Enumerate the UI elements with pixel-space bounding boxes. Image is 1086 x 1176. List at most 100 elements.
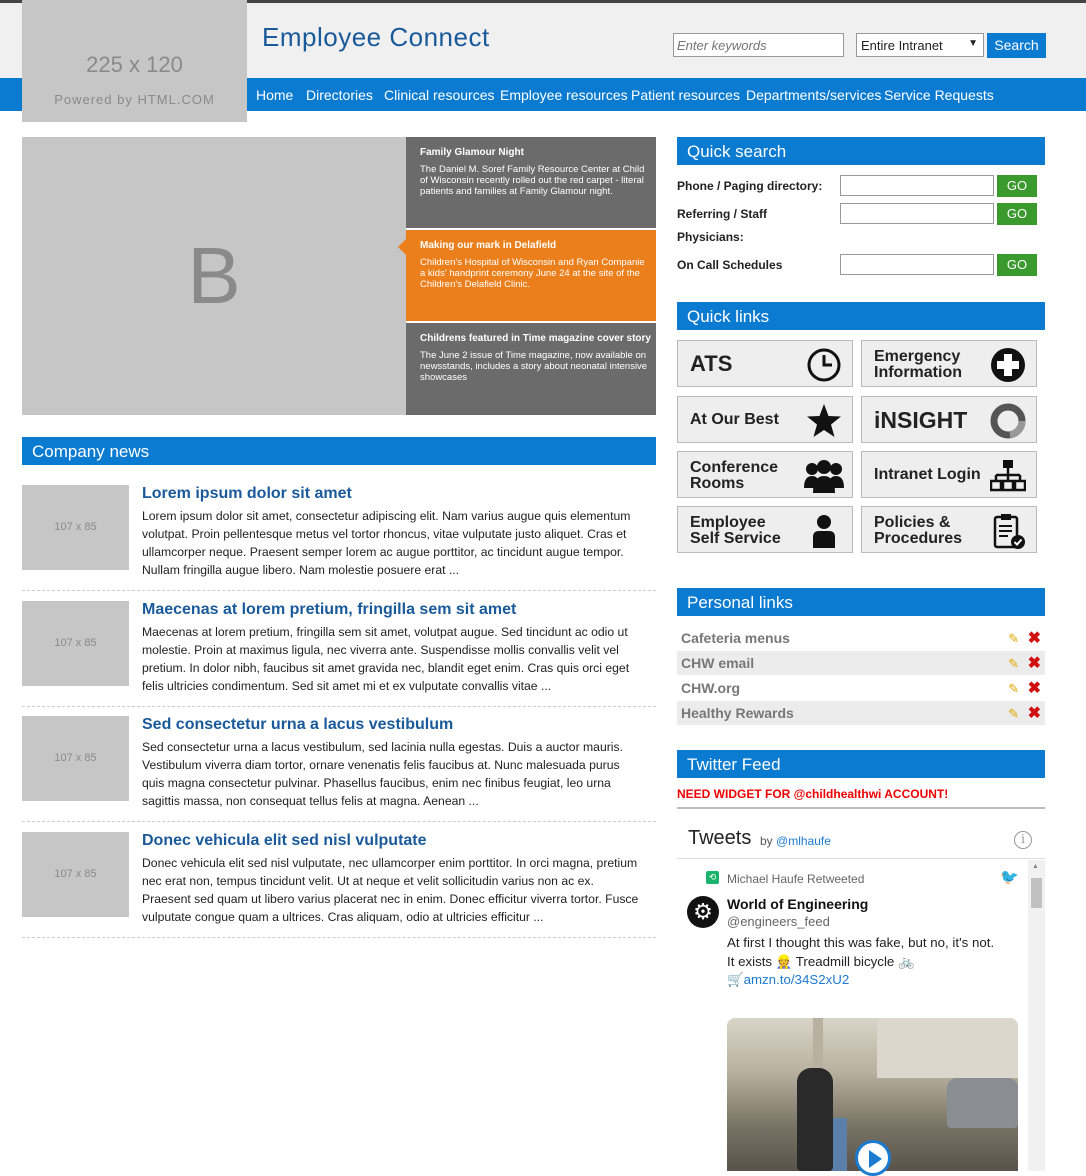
tweets-by: by @mlhaufe: [760, 834, 831, 848]
scrollbar-thumb[interactable]: [1031, 878, 1042, 908]
nav-item-departments-services[interactable]: Departments/services: [746, 87, 881, 103]
news-item: 107 x 85 Sed consectetur urna a lacus ve…: [22, 716, 656, 822]
quick-link-conference-rooms[interactable]: Conference Rooms: [677, 451, 853, 498]
personal-link[interactable]: CHW.org: [681, 680, 740, 696]
news-summary: Maecenas at lorem pretium, fringilla sem…: [142, 623, 652, 695]
star-icon: [807, 404, 841, 437]
carousel-image[interactable]: B: [22, 137, 406, 415]
personal-link-row: Cafeteria menus ✎ ✖: [677, 626, 1045, 650]
logo-powered-by: Powered by HTML.COM: [54, 92, 215, 107]
news-thumbnail[interactable]: 107 x 85: [22, 601, 129, 686]
retweeted-by[interactable]: Michael Haufe Retweeted: [727, 872, 864, 886]
group-icon: [804, 460, 844, 493]
news-item: 107 x 85 Lorem ipsum dolor sit amet Lore…: [22, 485, 656, 591]
tile-label: Self Service: [690, 530, 781, 547]
slide-body-line: newsstands, includes a story about neona…: [420, 361, 648, 372]
news-thumbnail[interactable]: 107 x 85: [22, 716, 129, 801]
news-thumbnail[interactable]: 107 x 85: [22, 832, 129, 917]
news-summary-line: Praesent sed quam ut libero varius place…: [142, 892, 639, 906]
news-title-link[interactable]: Sed consectetur urna a lacus vestibulum: [142, 716, 453, 734]
personal-link-row: CHW.org ✎ ✖: [677, 676, 1045, 700]
info-icon[interactable]: i: [1014, 831, 1032, 849]
nav-item-employee-resources[interactable]: Employee resources: [500, 87, 628, 103]
news-title-link[interactable]: Lorem ipsum dolor sit amet: [142, 485, 352, 503]
delete-icon[interactable]: ✖: [1028, 703, 1041, 723]
news-summary: Sed consectetur urna a lacus vestibulum,…: [142, 738, 652, 810]
quick-search-heading: Quick search: [677, 137, 1045, 165]
tweet-author-handle[interactable]: @engineers_feed: [727, 914, 830, 929]
personal-link[interactable]: Cafeteria menus: [681, 630, 790, 646]
carousel-slide[interactable]: Childrens featured in Time magazine cove…: [406, 323, 656, 415]
tile-label: Information: [874, 364, 962, 381]
news-title-link[interactable]: Maecenas at lorem pretium, fringilla sem…: [142, 601, 516, 619]
scroll-up-icon[interactable]: ▲: [1032, 863, 1039, 870]
search-scope-select[interactable]: Entire Intranet ▼: [856, 33, 984, 57]
twitter-bird-icon[interactable]: 🐦: [1000, 868, 1019, 886]
pencil-icon[interactable]: ✎: [1008, 631, 1019, 647]
search-scope-value: Entire Intranet: [861, 38, 943, 53]
quick-link-at-our-best[interactable]: At Our Best: [677, 396, 853, 443]
phone-directory-input[interactable]: [840, 175, 994, 196]
search-button[interactable]: Search: [987, 33, 1046, 58]
clipboard-check-icon: [993, 514, 1025, 549]
news-thumbnail[interactable]: 107 x 85: [22, 485, 129, 570]
tweets-title[interactable]: Tweets: [688, 827, 751, 850]
tile-label: Conference: [690, 459, 779, 476]
referring-staff-label: Referring / Staff: [677, 207, 768, 221]
phone-directory-label: Phone / Paging directory:: [677, 179, 823, 193]
tweet-author-name[interactable]: World of Engineering: [727, 896, 868, 912]
nav-item-clinical-resources[interactable]: Clinical resources: [384, 87, 494, 103]
quick-link-intranet-login[interactable]: Intranet Login: [861, 451, 1037, 498]
nav-item-patient-resources[interactable]: Patient resources: [631, 87, 740, 103]
on-call-input[interactable]: [840, 254, 994, 275]
news-summary-line: sagittis massa, non consequat tellus fel…: [142, 794, 479, 808]
quick-link-employee-self-service[interactable]: Employee Self Service: [677, 506, 853, 553]
news-summary-line: Nullam fringilla augue libero. Nam moles…: [142, 563, 460, 577]
tile-label: At Our Best: [690, 411, 779, 428]
widget-notice: NEED WIDGET FOR @childhealthwi ACCOUNT!: [677, 787, 949, 801]
slide-body-line: Children's Delafield Clinic.: [420, 279, 531, 290]
referring-staff-input[interactable]: [840, 203, 994, 224]
delete-icon[interactable]: ✖: [1028, 628, 1041, 648]
quick-link-emergency-information[interactable]: Emergency Information: [861, 340, 1037, 387]
personal-link[interactable]: Healthy Rewards: [681, 705, 794, 721]
network-icon: [990, 460, 1026, 492]
slide-body-line: The Daniel M. Soref Family Resource Cent…: [420, 164, 645, 175]
tile-label: Rooms: [690, 475, 745, 492]
on-call-go-button[interactable]: GO: [997, 254, 1037, 276]
search-input[interactable]: [673, 33, 844, 57]
pencil-icon[interactable]: ✎: [1008, 681, 1019, 697]
referring-staff-go-button[interactable]: GO: [997, 203, 1037, 225]
carousel-slide-active[interactable]: Making our mark in Delafield Children's …: [406, 230, 656, 321]
pencil-icon[interactable]: ✎: [1008, 706, 1019, 722]
nav-item-directories[interactable]: Directories: [306, 87, 373, 103]
slide-title: Family Glamour Night: [420, 147, 524, 158]
news-title-link[interactable]: Donec vehicula elit sed nisl vulputate: [142, 832, 427, 850]
slide-title: Childrens featured in Time magazine cove…: [420, 333, 651, 344]
video-scene: [947, 1078, 1018, 1128]
personal-link-row: CHW email ✎ ✖: [677, 651, 1045, 675]
quick-link-policies-procedures[interactable]: Policies & Procedures: [861, 506, 1037, 553]
delete-icon[interactable]: ✖: [1028, 678, 1041, 698]
nav-item-home[interactable]: Home: [256, 87, 293, 103]
video-scene: [797, 1068, 833, 1171]
slide-body-line: The June 2 issue of Time magazine, now a…: [420, 350, 647, 361]
site-logo-placeholder[interactable]: 225 x 120 Powered by HTML.COM: [22, 0, 247, 122]
news-summary-line: Sed consectetur urna a lacus vestibulum,…: [142, 740, 623, 754]
avatar[interactable]: ⚙: [687, 896, 719, 928]
clock-icon: [807, 348, 841, 382]
personal-link[interactable]: CHW email: [681, 655, 754, 671]
personal-link-row: Healthy Rewards ✎ ✖: [677, 701, 1045, 725]
tile-label: iNSIGHT: [874, 407, 968, 433]
tweets-by-handle[interactable]: @mlhaufe: [776, 834, 831, 848]
phone-directory-go-button[interactable]: GO: [997, 175, 1037, 197]
news-summary-line: vulputate congue quam a ultrices. Cras a…: [142, 910, 544, 924]
tweet-link[interactable]: amzn.to/34S2xU2: [744, 972, 850, 987]
carousel-slide[interactable]: Family Glamour Night The Daniel M. Soref…: [406, 137, 656, 228]
delete-icon[interactable]: ✖: [1028, 653, 1041, 673]
quick-link-ats[interactable]: ATS: [677, 340, 853, 387]
quick-link-insight[interactable]: iNSIGHT: [861, 396, 1037, 443]
nav-item-service-requests[interactable]: Service Requests: [884, 87, 994, 103]
pencil-icon[interactable]: ✎: [1008, 656, 1019, 672]
personal-links-heading: Personal links: [677, 588, 1045, 616]
